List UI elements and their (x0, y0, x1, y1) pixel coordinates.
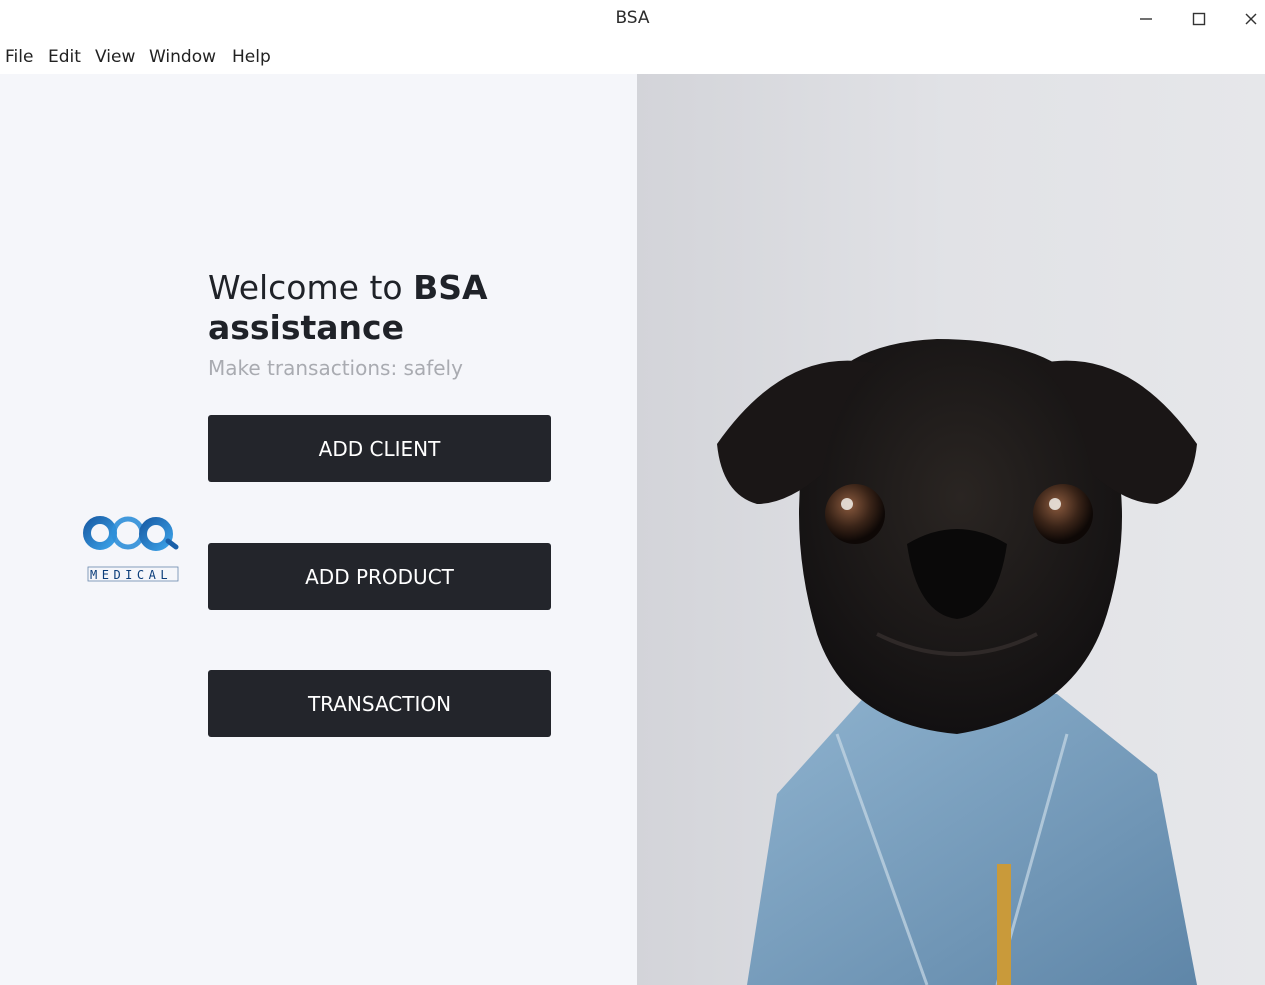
welcome-panel: Welcome to BSA assistance Make transacti… (0, 74, 637, 985)
close-icon (1245, 13, 1257, 25)
close-button[interactable] (1234, 6, 1265, 32)
add-product-button[interactable]: ADD PRODUCT (208, 543, 551, 610)
minimize-icon (1140, 18, 1152, 20)
logo-caption: MEDICAL (90, 568, 172, 582)
title-bar: BSA (0, 0, 1265, 38)
transaction-button[interactable]: TRANSACTION (208, 670, 551, 737)
menu-file[interactable]: File (5, 47, 33, 67)
welcome-subtitle: Make transactions: safely (208, 356, 463, 380)
menu-bar: File Edit View Window Help (0, 38, 1265, 74)
window-title: BSA (615, 8, 650, 28)
menu-view[interactable]: View (95, 47, 135, 67)
menu-window[interactable]: Window (149, 47, 216, 67)
maximize-icon (1192, 12, 1206, 26)
welcome-heading: Welcome to BSA assistance (208, 268, 568, 348)
minimize-button[interactable] (1129, 6, 1163, 32)
add-client-button[interactable]: ADD CLIENT (208, 415, 551, 482)
bsa-medical-logo: MEDICAL (83, 489, 179, 582)
maximize-button[interactable] (1182, 6, 1216, 32)
menu-edit[interactable]: Edit (48, 47, 81, 67)
menu-help[interactable]: Help (232, 47, 271, 67)
welcome-prefix: Welcome to (208, 268, 414, 307)
welcome-brand: BSA (413, 268, 488, 307)
dog-photo (637, 74, 1265, 985)
welcome-line2: assistance (208, 308, 404, 347)
pug-in-denim-jacket-image (637, 74, 1265, 985)
